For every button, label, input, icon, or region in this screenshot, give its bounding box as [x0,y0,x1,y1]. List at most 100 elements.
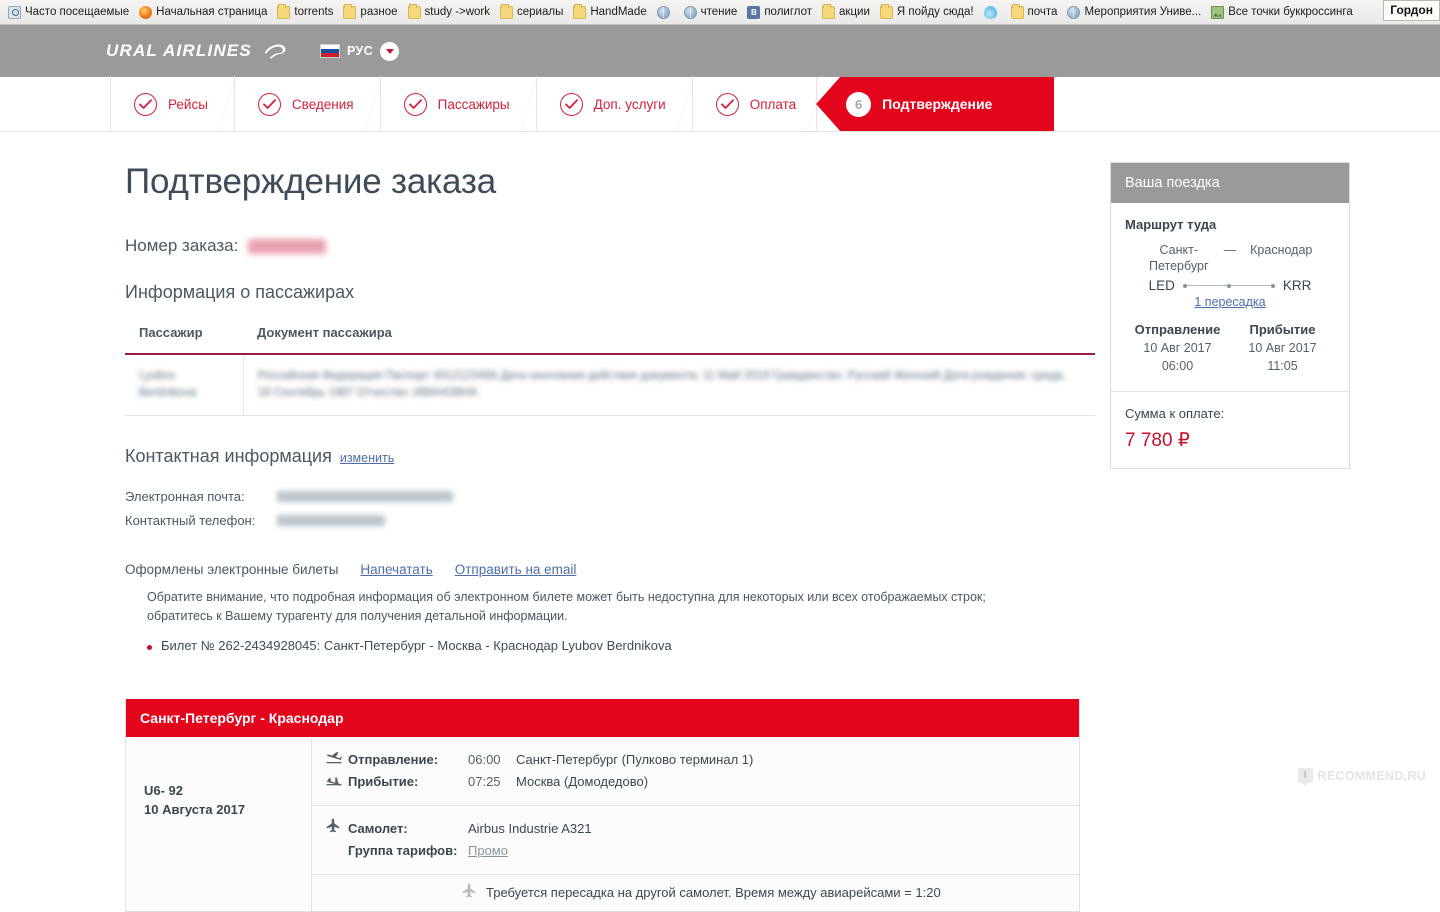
segment-flight-info: U6- 92 10 Августа 2017 [126,737,311,911]
bookmark-item[interactable]: Все точки буккроссинга [1207,4,1358,21]
origin-code: LED [1148,278,1175,293]
trip-arrival-time: 11:05 [1267,359,1298,373]
bookmark-item[interactable]: Bполиглот [743,4,818,21]
bookmark-item[interactable]: study ->work [404,3,497,21]
track-dot [1270,283,1275,288]
route-codes: LED KRR [1125,278,1335,293]
email-ticket-link[interactable]: Отправить на email [455,562,577,577]
main-content: Подтверждение заказа Номер заказа: Инфор… [0,132,1095,912]
step-label: Сведения [291,96,354,112]
trip-sidebar: Ваша поездка Маршрут туда Санкт-Петербур… [1110,162,1350,469]
bookmark-tooltip: Гордон [1383,0,1440,21]
airplane-icon [326,818,348,840]
ural-airlines-swirl-icon [264,44,286,59]
arrival-label: Прибытие: [348,774,419,789]
contact-phone-label: Контактный телефон: [125,513,256,528]
contact-phone-row: Контактный телефон: [125,513,1095,528]
bookmark-item[interactable]: HandMade [569,3,652,21]
brand-name: URAL AIRLINES [106,41,252,60]
check-icon [403,92,427,116]
ticket-list-item: Билет № 262-2434928045: Санкт-Петербург … [147,638,1095,653]
step-details[interactable]: Сведения [233,76,381,132]
step-flights[interactable]: Рейсы [110,76,235,132]
departure-label: Отправление: [348,752,439,767]
trip-departure-time: 06:00 [1161,359,1194,373]
table-header-row: Пассажир Документ пассажира [125,325,1095,355]
origin-city: Санкт-Петербург [1148,243,1209,273]
globe-icon [1067,5,1081,19]
step-payment[interactable]: Оплата [691,76,824,132]
trip-panel: Ваша поездка Маршрут туда Санкт-Петербур… [1110,162,1350,469]
order-number-row: Номер заказа: [125,236,1095,256]
bookmark-label: Мероприятия Униве... [1084,5,1202,18]
bookmark-item[interactable]: Я пойду сюда! [876,3,980,21]
step-passengers[interactable]: Пассажиры [379,76,537,132]
bookmark-label: HandMade [590,5,647,18]
bookmark-item[interactable] [980,4,1007,21]
bookmark-item[interactable]: torrents [273,3,339,21]
fare-value[interactable]: Промо [468,840,508,862]
trip-total-section: Сумма к оплате: 7 780 ₽ [1111,391,1349,468]
contact-email-value-redacted [277,491,453,502]
passengers-table: Пассажир Документ пассажира Lyubov Berdni… [125,325,1095,416]
watermark-text: RECOMMEND.RU [1317,768,1426,783]
contact-rows: Электронная почта: Контактный телефон: [125,489,1095,528]
folder-icon [573,3,587,19]
bookmark-item[interactable]: почта [1007,3,1064,21]
step-confirmation[interactable]: 6 Подтверждение [816,77,1055,131]
order-number-label: Номер заказа: [125,236,239,255]
browser-bookmark-bar: Часто посещаемые Начальная страница torr… [0,0,1440,25]
segment-times-block: Отправление: 06:00 Санкт-Петербург (Пулк… [312,737,1079,805]
contact-email-label: Электронная почта: [125,489,245,504]
segment-title: Санкт-Петербург - Краснодар [126,699,1079,737]
fare-label: Группа тарифов: [348,843,458,858]
picture-icon [1211,5,1225,19]
step-number: 6 [846,91,872,117]
trip-arrival-col: Прибытие 10 Авг 2017 11:05 [1230,321,1335,375]
firefox-icon [139,5,153,19]
aircraft-row: Самолет: Airbus Industrie A321 [326,818,1079,840]
bookmark-item[interactable]: чтение [680,4,744,21]
eticket-header: Оформлены электронные билеты Напечатать … [125,562,1095,577]
folder-icon [500,3,514,19]
step-label: Рейсы [168,96,208,112]
destination-code: KRR [1282,278,1312,293]
contact-edit-link[interactable]: изменить [340,451,394,465]
bookmark-item[interactable]: Мероприятия Униве... [1063,4,1207,21]
departure-place: Санкт-Петербург (Пулково терминал 1) [516,752,754,767]
bookmark-item[interactable]: Начальная страница [135,4,273,21]
globe-icon [656,5,670,19]
bookmark-label: разное [360,5,398,18]
trip-arrival-heading: Прибытие [1249,322,1316,337]
folder-icon [343,3,357,19]
step-extra-services[interactable]: Доп. услуги [535,76,693,132]
passenger-name-redacted: Lyubov Berdnikova [139,370,197,399]
bookmark-item[interactable]: сериалы [496,3,569,21]
vk-icon: B [747,5,761,19]
aircraft-label: Самолет: [348,821,408,836]
stops-link[interactable]: 1 пересадка [1125,295,1335,309]
check-icon [257,92,281,116]
checkout-steps: Рейсы Сведения Пассажиры Доп. услуги Опл… [0,76,1440,132]
site-header: URAL AIRLINES РУС [0,25,1440,77]
table-row: Lyubov Berdnikova Российская Федерация Па… [125,354,1095,416]
bookmark-item[interactable]: Часто посещаемые [4,4,135,21]
trip-departure-heading: Отправление [1134,322,1221,337]
check-icon [559,92,583,116]
language-selector[interactable]: РУС [319,41,400,61]
transfer-note-row: Требуется пересадка на другой самолет. В… [312,874,1079,911]
folder-icon [1010,3,1024,19]
brand-logo[interactable]: URAL AIRLINES [106,40,288,62]
bookmark-item[interactable]: акции [818,3,876,21]
chevron-down-icon[interactable] [380,41,400,61]
bookmark-label: Я пойду сюда! [896,5,974,18]
flight-date: 10 Августа 2017 [144,802,246,817]
globe-icon [683,5,697,19]
print-ticket-link[interactable]: Напечатать [360,562,432,577]
route-cities: Санкт-Петербург — Краснодар [1125,242,1335,274]
bookmark-item[interactable]: разное [339,3,403,21]
destination-city: Краснодар [1250,243,1313,257]
bookmark-item[interactable] [653,4,680,21]
passenger-document-redacted: Российская Федерация Паспорт 4012123456 … [257,370,1066,399]
arrival-row: Прибытие: 07:25 Москва (Домодедово) [326,771,1079,793]
